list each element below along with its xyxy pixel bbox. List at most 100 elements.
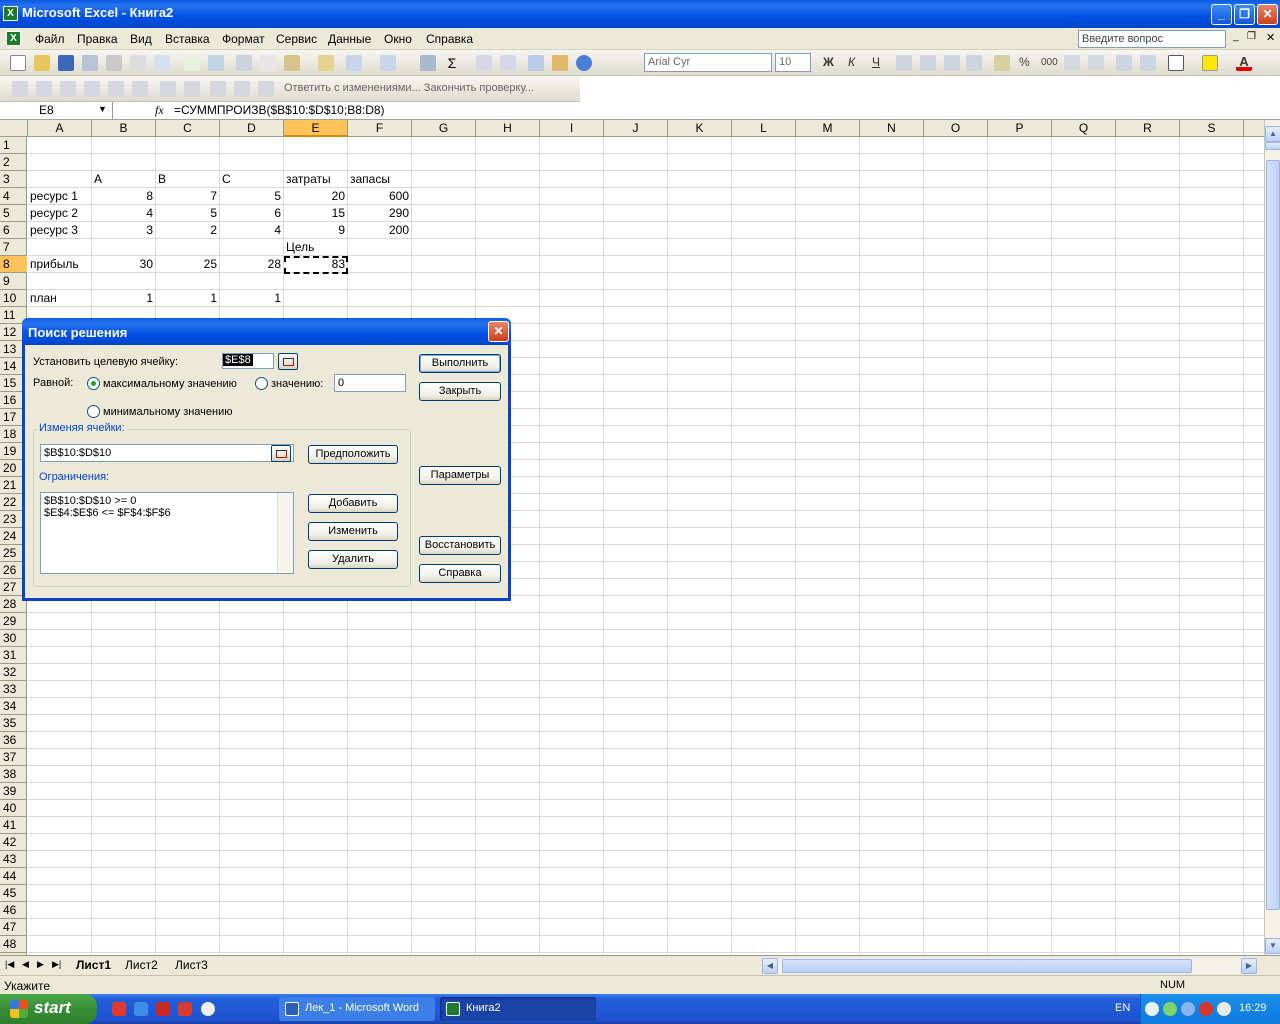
solve-button[interactable]: Выполнить <box>419 354 501 373</box>
changing-cells-picker-icon[interactable] <box>271 445 291 462</box>
cell-e6[interactable]: 9 <box>284 222 348 239</box>
row-header-4[interactable]: 4 <box>0 188 27 205</box>
cell-d3[interactable]: C <box>222 171 231 188</box>
column-header-h[interactable]: H <box>476 120 540 137</box>
review-icon-10[interactable] <box>234 81 250 97</box>
cell-b10[interactable]: 1 <box>92 290 156 307</box>
name-box[interactable]: E8 <box>1 102 113 119</box>
cell-b3[interactable]: A <box>94 171 102 188</box>
cell-c6[interactable]: 2 <box>156 222 220 239</box>
review-icon-2[interactable] <box>36 81 52 97</box>
cell-f3[interactable]: запасы <box>350 171 390 188</box>
font-name-select[interactable]: Arial Cyr <box>644 53 772 72</box>
last-sheet-icon[interactable]: ▶| <box>52 959 61 970</box>
review-icon-4[interactable] <box>84 81 100 97</box>
cell-c3[interactable]: B <box>158 171 166 188</box>
add-constraint-button[interactable]: Добавить <box>308 494 398 513</box>
review-icon-7[interactable] <box>160 81 176 97</box>
tab-sheet2[interactable]: Лист2 <box>125 958 158 972</box>
preview-icon[interactable] <box>154 55 170 71</box>
sort-descending-icon[interactable] <box>500 55 516 71</box>
review-icon-5[interactable] <box>108 81 124 97</box>
cell-e4[interactable]: 20 <box>284 188 348 205</box>
opera-icon[interactable] <box>112 1002 126 1016</box>
row-header-45[interactable]: 45 <box>0 885 27 902</box>
row-header-40[interactable]: 40 <box>0 800 27 817</box>
column-header-e[interactable]: E <box>284 120 348 137</box>
row-header-36[interactable]: 36 <box>0 732 27 749</box>
tray-arrow-icon[interactable] <box>1145 1002 1159 1016</box>
currency-icon[interactable] <box>994 55 1010 71</box>
row-header-35[interactable]: 35 <box>0 715 27 732</box>
doc-restore-icon[interactable]: ❐ <box>1247 31 1256 42</box>
percent-button[interactable]: % <box>1019 55 1030 69</box>
cell-e3[interactable]: затраты <box>286 171 331 188</box>
tab-sheet3[interactable]: Лист3 <box>175 958 208 972</box>
target-cell-picker-icon[interactable] <box>278 353 298 370</box>
menu-edit[interactable]: Правка <box>77 32 118 46</box>
cell-a8[interactable]: прибыль <box>30 256 79 273</box>
cell-b8[interactable]: 30 <box>92 256 156 273</box>
permission-icon[interactable] <box>82 55 98 71</box>
name-box-dropdown-icon[interactable]: ▼ <box>98 104 107 114</box>
cell-a10[interactable]: план <box>30 290 57 307</box>
column-header-c[interactable]: C <box>156 120 220 137</box>
row-header-33[interactable]: 33 <box>0 681 27 698</box>
row-header-1[interactable]: 1 <box>0 137 27 154</box>
constraint-item[interactable]: $E$4:$E$6 <= $F$4:$F$6 <box>44 507 290 519</box>
row-header-3[interactable]: 3 <box>0 171 27 188</box>
delete-constraint-button[interactable]: Удалить <box>308 550 398 569</box>
row-header-6[interactable]: 6 <box>0 222 27 239</box>
max-radio-label[interactable]: максимальному значению <box>103 378 237 390</box>
menu-data[interactable]: Данные <box>328 32 371 46</box>
underline-button[interactable]: Ч <box>872 55 880 69</box>
vertical-scroll-thumb[interactable] <box>1266 160 1280 910</box>
column-header-q[interactable]: Q <box>1052 120 1116 137</box>
close-dialog-button[interactable]: Закрыть <box>419 382 501 401</box>
doc-close-icon[interactable]: ✕ <box>1266 31 1275 44</box>
borders-icon[interactable] <box>1168 55 1184 71</box>
tray-monitor-icon[interactable] <box>1181 1002 1195 1016</box>
row-header-39[interactable]: 39 <box>0 783 27 800</box>
menu-tools[interactable]: Сервис <box>276 32 317 46</box>
change-constraint-button[interactable]: Изменить <box>308 522 398 541</box>
doc-minimize-icon[interactable]: _ <box>1233 31 1239 42</box>
clock[interactable]: 16:29 <box>1239 1002 1267 1014</box>
column-header-f[interactable]: F <box>348 120 412 137</box>
cell-a6[interactable]: ресурс 3 <box>30 222 78 239</box>
maximize-button[interactable]: ❐ <box>1234 4 1255 25</box>
align-right-icon[interactable] <box>944 55 960 71</box>
tray-network-icon[interactable] <box>1163 1002 1177 1016</box>
review-icon-11[interactable] <box>258 81 274 97</box>
column-header-b[interactable]: B <box>92 120 156 137</box>
horizontal-scrollbar[interactable]: ◀ ▶ <box>762 958 1257 974</box>
cell-f5[interactable]: 290 <box>348 205 412 222</box>
cell-d5[interactable]: 6 <box>220 205 284 222</box>
row-header-10[interactable]: 10 <box>0 290 27 307</box>
bold-button[interactable]: Ж <box>823 55 834 69</box>
constraint-item[interactable]: $B$10:$D$10 >= 0 <box>44 495 290 507</box>
research-icon[interactable] <box>208 55 224 71</box>
menu-help[interactable]: Справка <box>426 32 473 46</box>
cell-d4[interactable]: 5 <box>220 188 284 205</box>
align-left-icon[interactable] <box>896 55 912 71</box>
row-header-37[interactable]: 37 <box>0 749 27 766</box>
row-header-8[interactable]: 8 <box>0 256 27 273</box>
scroll-up-icon[interactable]: ▲ <box>1265 126 1280 142</box>
row-header-5[interactable]: 5 <box>0 205 27 222</box>
cell-f4[interactable]: 600 <box>348 188 412 205</box>
row-header-34[interactable]: 34 <box>0 698 27 715</box>
menu-view[interactable]: Вид <box>130 32 152 46</box>
column-header-g[interactable]: G <box>412 120 476 137</box>
spelling-icon[interactable] <box>184 55 200 71</box>
tray-antivirus-icon[interactable] <box>1199 1002 1213 1016</box>
cell-c10[interactable]: 1 <box>156 290 220 307</box>
save-icon[interactable] <box>58 55 74 71</box>
split-box[interactable] <box>1265 142 1280 150</box>
help-button[interactable]: Справка <box>419 564 501 583</box>
cell-b5[interactable]: 4 <box>92 205 156 222</box>
paste-icon[interactable] <box>284 55 300 71</box>
review-icon-8[interactable] <box>184 81 200 97</box>
font-color-icon[interactable]: A <box>1236 55 1252 71</box>
max-radio[interactable] <box>87 377 100 390</box>
